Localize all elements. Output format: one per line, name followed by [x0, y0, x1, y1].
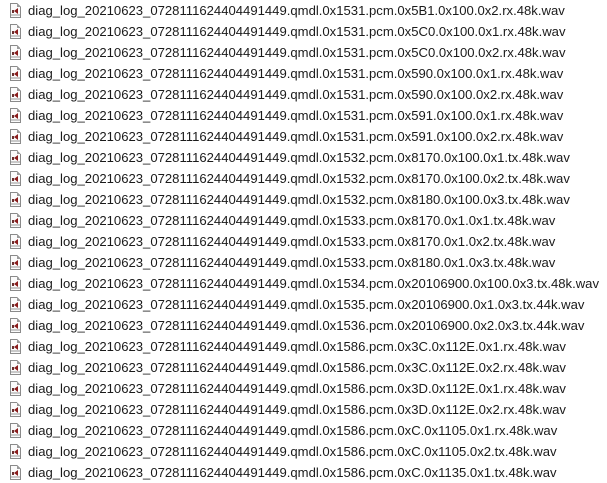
file-name: diag_log_20210623_0728111624404491449.qm…	[28, 213, 556, 228]
file-name: diag_log_20210623_0728111624404491449.qm…	[28, 465, 557, 480]
file-list-item[interactable]: diag_log_20210623_0728111624404491449.qm…	[0, 84, 607, 105]
file-list-item[interactable]: diag_log_20210623_0728111624404491449.qm…	[0, 315, 607, 336]
wav-audio-file-icon	[10, 87, 21, 102]
wav-audio-file-icon	[10, 318, 21, 333]
wav-audio-file-icon	[10, 24, 21, 39]
file-list-item[interactable]: diag_log_20210623_0728111624404491449.qm…	[0, 21, 607, 42]
file-name: diag_log_20210623_0728111624404491449.qm…	[28, 171, 570, 186]
file-name: diag_log_20210623_0728111624404491449.qm…	[28, 360, 566, 375]
wav-audio-file-icon	[10, 108, 21, 123]
file-name: diag_log_20210623_0728111624404491449.qm…	[28, 66, 564, 81]
file-list: diag_log_20210623_0728111624404491449.qm…	[0, 0, 607, 481]
file-name: diag_log_20210623_0728111624404491449.qm…	[28, 108, 564, 123]
file-list-item[interactable]: diag_log_20210623_0728111624404491449.qm…	[0, 357, 607, 378]
wav-audio-file-icon	[10, 234, 21, 249]
wav-audio-file-icon	[10, 3, 21, 18]
file-list-item[interactable]: diag_log_20210623_0728111624404491449.qm…	[0, 336, 607, 357]
file-list-item[interactable]: diag_log_20210623_0728111624404491449.qm…	[0, 378, 607, 399]
file-name: diag_log_20210623_0728111624404491449.qm…	[28, 3, 565, 18]
file-list-item[interactable]: diag_log_20210623_0728111624404491449.qm…	[0, 441, 607, 462]
file-name: diag_log_20210623_0728111624404491449.qm…	[28, 129, 564, 144]
file-list-item[interactable]: diag_log_20210623_0728111624404491449.qm…	[0, 399, 607, 420]
file-name: diag_log_20210623_0728111624404491449.qm…	[28, 444, 557, 459]
file-name: diag_log_20210623_0728111624404491449.qm…	[28, 192, 570, 207]
wav-audio-file-icon	[10, 213, 21, 228]
file-name: diag_log_20210623_0728111624404491449.qm…	[28, 45, 566, 60]
file-list-item[interactable]: diag_log_20210623_0728111624404491449.qm…	[0, 231, 607, 252]
file-list-item[interactable]: diag_log_20210623_0728111624404491449.qm…	[0, 294, 607, 315]
file-list-item[interactable]: diag_log_20210623_0728111624404491449.qm…	[0, 168, 607, 189]
wav-audio-file-icon	[10, 45, 21, 60]
file-name: diag_log_20210623_0728111624404491449.qm…	[28, 234, 556, 249]
file-name: diag_log_20210623_0728111624404491449.qm…	[28, 276, 600, 291]
wav-audio-file-icon	[10, 297, 21, 312]
file-list-item[interactable]: diag_log_20210623_0728111624404491449.qm…	[0, 210, 607, 231]
file-list-item[interactable]: diag_log_20210623_0728111624404491449.qm…	[0, 0, 607, 21]
wav-audio-file-icon	[10, 465, 21, 480]
file-list-item[interactable]: diag_log_20210623_0728111624404491449.qm…	[0, 126, 607, 147]
file-name: diag_log_20210623_0728111624404491449.qm…	[28, 87, 564, 102]
file-list-item[interactable]: diag_log_20210623_0728111624404491449.qm…	[0, 462, 607, 483]
file-list-item[interactable]: diag_log_20210623_0728111624404491449.qm…	[0, 63, 607, 84]
file-name: diag_log_20210623_0728111624404491449.qm…	[28, 402, 566, 417]
file-list-item[interactable]: diag_log_20210623_0728111624404491449.qm…	[0, 420, 607, 441]
file-list-item[interactable]: diag_log_20210623_0728111624404491449.qm…	[0, 273, 607, 294]
wav-audio-file-icon	[10, 255, 21, 270]
file-list-item[interactable]: diag_log_20210623_0728111624404491449.qm…	[0, 252, 607, 273]
file-name: diag_log_20210623_0728111624404491449.qm…	[28, 318, 585, 333]
wav-audio-file-icon	[10, 150, 21, 165]
wav-audio-file-icon	[10, 360, 21, 375]
wav-audio-file-icon	[10, 276, 21, 291]
wav-audio-file-icon	[10, 423, 21, 438]
file-list-item[interactable]: diag_log_20210623_0728111624404491449.qm…	[0, 42, 607, 63]
file-name: diag_log_20210623_0728111624404491449.qm…	[28, 255, 556, 270]
file-list-item[interactable]: diag_log_20210623_0728111624404491449.qm…	[0, 189, 607, 210]
wav-audio-file-icon	[10, 171, 21, 186]
wav-audio-file-icon	[10, 66, 21, 81]
file-list-item[interactable]: diag_log_20210623_0728111624404491449.qm…	[0, 147, 607, 168]
file-list-item[interactable]: diag_log_20210623_0728111624404491449.qm…	[0, 105, 607, 126]
file-name: diag_log_20210623_0728111624404491449.qm…	[28, 339, 566, 354]
wav-audio-file-icon	[10, 402, 21, 417]
wav-audio-file-icon	[10, 381, 21, 396]
file-name: diag_log_20210623_0728111624404491449.qm…	[28, 24, 566, 39]
wav-audio-file-icon	[10, 129, 21, 144]
wav-audio-file-icon	[10, 444, 21, 459]
wav-audio-file-icon	[10, 339, 21, 354]
file-name: diag_log_20210623_0728111624404491449.qm…	[28, 381, 566, 396]
file-name: diag_log_20210623_0728111624404491449.qm…	[28, 150, 570, 165]
wav-audio-file-icon	[10, 192, 21, 207]
file-name: diag_log_20210623_0728111624404491449.qm…	[28, 297, 585, 312]
file-name: diag_log_20210623_0728111624404491449.qm…	[28, 423, 558, 438]
